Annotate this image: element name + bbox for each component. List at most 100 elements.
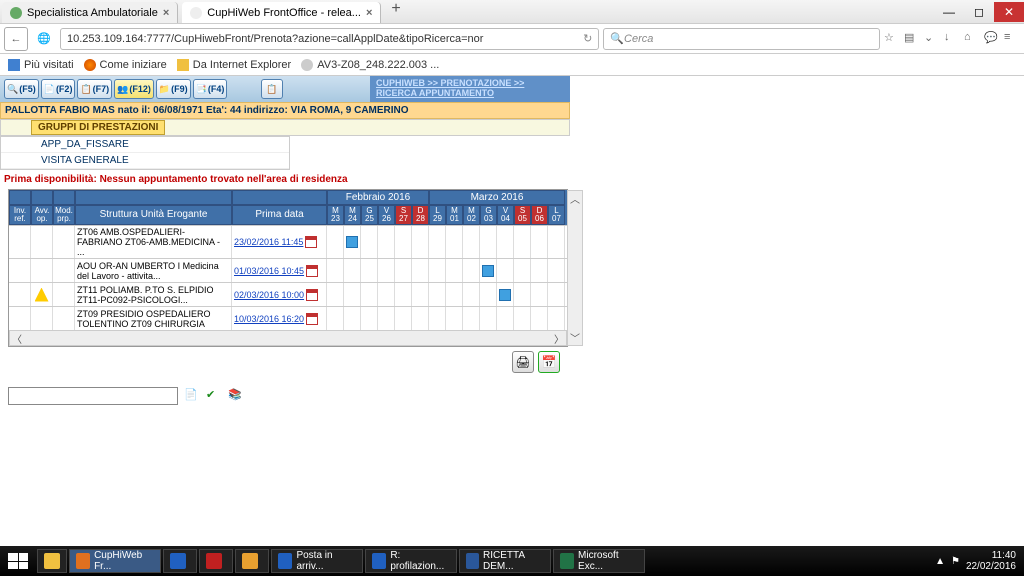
- grid-action-icons: 🖨 📅: [8, 351, 560, 373]
- taskbar-item[interactable]: CupHiWeb Fr...: [69, 549, 161, 573]
- taskbar-item[interactable]: [163, 549, 197, 573]
- browser-tab-1[interactable]: Specialistica Ambulatoriale ×: [2, 2, 178, 23]
- day-header: M02: [463, 205, 480, 225]
- prima-data-link[interactable]: 10/03/2016 16:20: [234, 314, 304, 324]
- bookmark-getting-started[interactable]: Come iniziare: [84, 59, 167, 71]
- availability-warning: Prima disponibilità: Nessun appuntamento…: [0, 170, 1024, 189]
- group-tab[interactable]: GRUPPI DI PRESTAZIONI: [31, 120, 165, 135]
- f4-button[interactable]: 📑(F4): [193, 79, 228, 99]
- copy-button[interactable]: 📋: [261, 79, 282, 99]
- taskbar-item[interactable]: [199, 549, 233, 573]
- table-row[interactable]: ZT06 AMB.OSPEDALIERI-FABRIANO ZT06-AMB.M…: [9, 225, 567, 258]
- calendar-icon[interactable]: [305, 236, 317, 248]
- day-header: D06: [531, 205, 548, 225]
- clear-icon[interactable]: 📄: [184, 388, 200, 404]
- close-icon[interactable]: ×: [163, 7, 169, 19]
- function-bar: 🔍(F5) 📄(F2) 📋(F7) 👥(F12) 📁(F9) 📑(F4) 📋: [0, 76, 370, 102]
- day-header: G25: [361, 205, 378, 225]
- back-button[interactable]: ←: [4, 27, 28, 51]
- f9-button[interactable]: 📁(F9): [156, 79, 191, 99]
- home-icon[interactable]: ⌂: [964, 31, 980, 47]
- day-header: M01: [446, 205, 463, 225]
- day-header: M23: [327, 205, 344, 225]
- taskbar-item[interactable]: [235, 549, 269, 573]
- month-mar: Marzo 2016: [429, 190, 565, 205]
- struttura-cell: AOU OR-AN UMBERTO I Medicina del Lavoro …: [75, 259, 232, 282]
- check-icon[interactable]: ✔: [206, 388, 222, 404]
- pocket-icon[interactable]: ⌄: [924, 31, 940, 47]
- f2-button[interactable]: 📄(F2): [41, 79, 76, 99]
- chat-icon[interactable]: 💬: [984, 31, 1000, 47]
- calendar-icon[interactable]: [306, 313, 318, 325]
- filter-input[interactable]: [8, 387, 178, 405]
- table-row[interactable]: ZT09 PRESIDIO OSPEDALIERO TOLENTINO ZT09…: [9, 306, 567, 330]
- list-icon[interactable]: ▤: [904, 31, 920, 47]
- vertical-scrollbar[interactable]: ︿﹀: [567, 190, 583, 346]
- day-header: L07: [548, 205, 565, 225]
- bookmark-icon[interactable]: ☆: [884, 31, 900, 47]
- print-icon[interactable]: 🖨: [512, 351, 534, 373]
- add-event-icon[interactable]: 📅: [538, 351, 560, 373]
- taskbar-item[interactable]: R: profilazion...: [365, 549, 457, 573]
- struttura-cell: ZT06 AMB.OSPEDALIERI-FABRIANO ZT06-AMB.M…: [75, 226, 232, 258]
- col-inv: Inv. ref.: [9, 205, 31, 225]
- prima-data-link[interactable]: 01/03/2016 10:45: [234, 266, 304, 276]
- browser-tab-2[interactable]: CupHiWeb FrontOffice - relea... ×: [182, 2, 381, 23]
- tray-flag-icon[interactable]: ⚑: [951, 556, 960, 567]
- col-struttura: Struttura Unità Erogante: [75, 205, 232, 225]
- prestazioni-list: APP_DA_FISSARE VISITA GENERALE: [0, 136, 290, 170]
- month-header-row: Febbraio 2016 Marzo 2016: [9, 190, 567, 205]
- bookmark-ie[interactable]: Da Internet Explorer: [177, 59, 291, 71]
- url-bar[interactable]: 10.253.109.164:7777/CupHiwebFront/Prenot…: [60, 28, 599, 50]
- menu-icon[interactable]: ≡: [1004, 31, 1020, 47]
- f5-button[interactable]: 🔍(F5): [4, 79, 39, 99]
- taskbar-item[interactable]: Microsoft Exc...: [553, 549, 645, 573]
- table-row[interactable]: ZT11 POLIAMB. P.TO S. ELPIDIO ZT11-PC092…: [9, 282, 567, 306]
- warning-icon: [35, 288, 49, 302]
- start-button[interactable]: [0, 546, 36, 576]
- tray-up-icon[interactable]: ▲: [935, 556, 945, 567]
- bookmark-most-visited[interactable]: Più visitati: [8, 59, 74, 71]
- taskbar-item[interactable]: RICETTA DEM...: [459, 549, 551, 573]
- close-icon[interactable]: ×: [366, 7, 372, 19]
- bookmark-av3[interactable]: AV3-Z08_248.222.003 ...: [301, 59, 439, 71]
- f12-button[interactable]: 👥(F12): [114, 79, 154, 99]
- system-tray[interactable]: ▲ ⚑ 11:40 22/02/2016: [927, 550, 1024, 572]
- day-header: V26: [378, 205, 395, 225]
- prestazione-item[interactable]: APP_DA_FISSARE: [1, 137, 289, 153]
- prima-data-link[interactable]: 23/02/2016 11:45: [234, 237, 303, 247]
- window-controls: — ◻ ✕: [934, 2, 1024, 22]
- bookmark-bar: Più visitati Come iniziare Da Internet E…: [0, 54, 1024, 76]
- calendar-icon[interactable]: [306, 289, 318, 301]
- day-header: G03: [480, 205, 497, 225]
- books-icon[interactable]: 📚: [228, 388, 244, 404]
- table-row[interactable]: AOU OR-AN UMBERTO I Medicina del Lavoro …: [9, 258, 567, 282]
- prestazione-item[interactable]: VISITA GENERALE: [1, 153, 289, 169]
- maximize-button[interactable]: ◻: [964, 2, 994, 22]
- tab-title: Specialistica Ambulatoriale: [27, 7, 158, 19]
- availability-marker[interactable]: [499, 289, 511, 301]
- availability-marker[interactable]: [346, 236, 358, 248]
- windows-taskbar: CupHiWeb Fr... Posta in arriv...R: profil…: [0, 546, 1024, 576]
- day-header: S27: [395, 205, 412, 225]
- taskbar-clock[interactable]: 11:40 22/02/2016: [966, 550, 1016, 572]
- window-titlebar: Specialistica Ambulatoriale × CupHiWeb F…: [0, 0, 1024, 24]
- breadcrumb-link-2[interactable]: RICERCA APPUNTAMENTO: [376, 89, 564, 99]
- download-icon[interactable]: ↓: [944, 31, 960, 47]
- f7-button[interactable]: 📋(F7): [77, 79, 112, 99]
- browser-search[interactable]: 🔍 Cerca: [603, 28, 880, 50]
- availability-grid: ︿﹀ Febbraio 2016 Marzo 2016 Inv. ref. Av…: [8, 189, 568, 347]
- taskbar-item[interactable]: Posta in arriv...: [271, 549, 363, 573]
- availability-marker[interactable]: [482, 265, 494, 277]
- bottom-search-row: 📄 ✔ 📚: [8, 387, 1024, 405]
- col-avv: Avv. op.: [31, 205, 53, 225]
- minimize-button[interactable]: —: [934, 2, 964, 22]
- horizontal-scrollbar[interactable]: 〈〉: [9, 330, 567, 346]
- day-header: D28: [412, 205, 429, 225]
- close-window-button[interactable]: ✕: [994, 2, 1024, 22]
- col-prima-data: Prima data: [232, 205, 327, 225]
- new-tab-button[interactable]: +: [383, 0, 408, 23]
- prima-data-link[interactable]: 02/03/2016 10:00: [234, 290, 304, 300]
- calendar-icon[interactable]: [306, 265, 318, 277]
- task-explorer[interactable]: [37, 549, 67, 573]
